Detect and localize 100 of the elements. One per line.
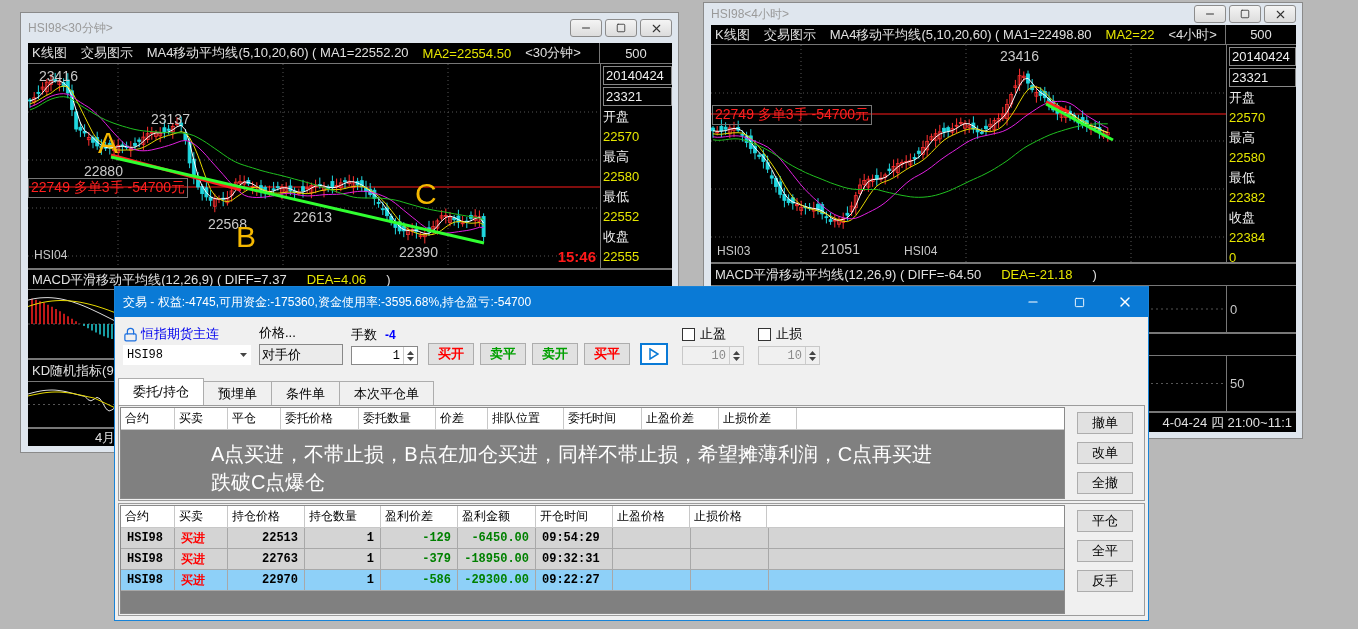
- stat-value: 22580: [1229, 149, 1267, 167]
- caret-down-icon: [240, 353, 247, 357]
- table-cell: HSI98: [121, 549, 175, 569]
- indicator-title: MACD平滑移动平均线(12,26,9) ( DIFF=-64.50: [715, 265, 982, 284]
- table-cell: 买进: [175, 549, 228, 569]
- position-action-button[interactable]: 反手: [1077, 570, 1133, 592]
- stat-value: 22555: [603, 248, 641, 266]
- order-action-button[interactable]: 改单: [1077, 442, 1133, 464]
- column-header[interactable]: 买卖: [175, 408, 228, 430]
- table-cell: 1: [305, 549, 381, 569]
- dea-value: DEA=-21.18: [1001, 267, 1073, 282]
- column-header[interactable]: 止损价差: [719, 408, 797, 430]
- column-header[interactable]: 合约: [121, 408, 175, 430]
- order-action-button[interactable]: 全撤: [1077, 472, 1133, 494]
- maximize-button[interactable]: [605, 19, 637, 37]
- dea-value: DEA=4.06: [306, 272, 367, 287]
- position-label: 22749 多单3手 -54700元: [28, 178, 189, 198]
- indicator-label: MA4移动平均线(5,10,20,60) ( MA1=22552.20: [146, 44, 409, 62]
- bracket-text: ): [1092, 267, 1097, 282]
- table-cell: 买进: [175, 528, 228, 548]
- table-cell: -6450.00: [458, 528, 536, 548]
- position-row[interactable]: HSI98 买进 22513 1 -129 -6450.00 09:54:29: [121, 528, 1064, 549]
- table-cell: 买进: [175, 570, 228, 590]
- price-type-field[interactable]: 对手价: [259, 344, 343, 365]
- chart-menu-item[interactable]: 交易图示: [80, 44, 133, 62]
- table-cell: -379: [381, 549, 458, 569]
- contract-link[interactable]: 恒指期货主连: [123, 325, 251, 343]
- stat-label: 最高: [603, 148, 630, 166]
- column-header[interactable]: 委托价格: [281, 408, 359, 430]
- table-cell: 09:54:29: [536, 528, 613, 548]
- indicator-title: KD随机指标(9: [32, 361, 114, 380]
- tab[interactable]: 本次平仓单: [338, 381, 434, 405]
- tab[interactable]: 委托/持仓: [118, 378, 204, 405]
- caret-up-icon: [407, 350, 414, 355]
- table-cell: HSI98: [121, 528, 175, 548]
- maximize-icon: [1240, 9, 1250, 19]
- chart-menu-item[interactable]: 交易图示: [763, 25, 816, 44]
- stat-label: 收盘: [603, 228, 630, 246]
- price-label: 价格...: [259, 324, 296, 342]
- quantity-hint: -4: [385, 328, 396, 342]
- column-header[interactable]: 平仓: [228, 408, 281, 430]
- position-action-button[interactable]: 全平: [1077, 540, 1133, 562]
- date-axis-label: 4月: [95, 429, 116, 446]
- position-label: 22749 多单3手 -54700元: [712, 105, 873, 125]
- stat-value: 22570: [603, 128, 641, 146]
- caret-up-icon: [809, 350, 816, 355]
- chart-menu-item[interactable]: K线图: [32, 44, 67, 62]
- column-header[interactable]: 止盈价差: [642, 408, 719, 430]
- lock-icon: [123, 326, 138, 342]
- contract-label: HSI04: [904, 244, 938, 258]
- contract-dropdown[interactable]: HSI98: [123, 345, 251, 365]
- table-cell: HSI98: [121, 570, 175, 590]
- table-cell: 1: [305, 528, 381, 548]
- order-action-button[interactable]: 撤单: [1077, 412, 1133, 434]
- chart-menu-item[interactable]: K线图: [715, 25, 750, 44]
- position-row[interactable]: HSI98 买进 22970 1 -586 -29300.00 09:22:27: [121, 570, 1064, 591]
- stat-label: 最高: [1229, 129, 1256, 147]
- table-cell: -29300.00: [458, 570, 536, 590]
- scale-label: 500: [1250, 27, 1272, 42]
- minimize-button[interactable]: [1194, 5, 1226, 23]
- scale-label: 500: [625, 45, 647, 61]
- stat-label: 开盘: [1229, 89, 1256, 107]
- table-cell: 22513: [228, 528, 305, 548]
- table-cell: 1: [305, 570, 381, 590]
- stat-label: 最低: [1229, 169, 1256, 187]
- annotation-text: A点买进，不带止损，B点在加仓买进，同样不带止损，希望摊薄利润，C点再买进: [211, 442, 934, 467]
- contract-label: HSI04: [34, 248, 68, 262]
- maximize-icon: [616, 23, 626, 33]
- stat-value: 22580: [603, 168, 641, 186]
- minimize-button[interactable]: [570, 19, 602, 37]
- period-label: <4小时>: [1168, 25, 1217, 44]
- close-button[interactable]: [1264, 5, 1296, 23]
- close-button[interactable]: [640, 19, 672, 37]
- column-header[interactable]: 委托数量: [359, 408, 436, 430]
- price-label: 22390: [399, 244, 438, 260]
- time-label: 15:46: [557, 248, 596, 265]
- table-cell: -586: [381, 570, 458, 590]
- caret-down-icon: [733, 356, 740, 361]
- quantity-spinner[interactable]: 1: [351, 346, 418, 365]
- stat-value: 22384: [1229, 229, 1267, 247]
- axis-value: 0: [1230, 301, 1238, 317]
- column-header[interactable]: 委托时间: [564, 408, 642, 430]
- maximize-button[interactable]: [1229, 5, 1261, 23]
- axis-value: 0: [1229, 249, 1238, 267]
- position-action-button[interactable]: 平仓: [1077, 510, 1133, 532]
- column-header[interactable]: 排队位置: [488, 408, 564, 430]
- price-label: 23137: [151, 111, 190, 127]
- annotation-text: 跌破C点爆仓: [211, 470, 327, 495]
- stat-label: 开盘: [603, 108, 630, 126]
- date-axis-label: 4-04-24 四 21:00~11:1: [1162, 413, 1292, 432]
- price-label: 22613: [293, 209, 332, 225]
- column-header[interactable]: 价差: [436, 408, 488, 430]
- window-title: HSI98<4小时>: [711, 5, 790, 23]
- table-cell: 09:32:31: [536, 549, 613, 569]
- stat-label: 最低: [603, 188, 630, 206]
- play-button[interactable]: [640, 343, 668, 365]
- table-cell: 22970: [228, 570, 305, 590]
- play-icon: [649, 348, 659, 360]
- position-row[interactable]: HSI98 买进 22763 1 -379 -18950.00 09:32:31: [121, 549, 1064, 570]
- ma2-value: MA2=22554.50: [422, 45, 512, 61]
